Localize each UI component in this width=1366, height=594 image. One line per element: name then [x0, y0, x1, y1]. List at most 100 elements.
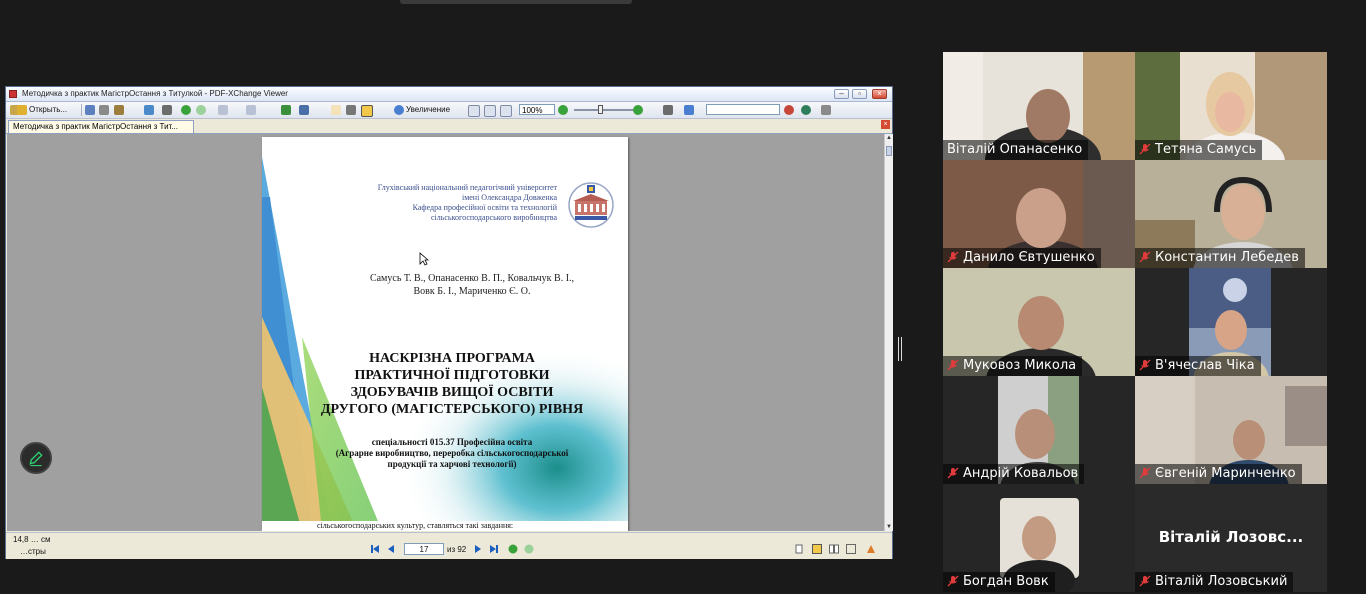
export-icon[interactable] — [114, 105, 124, 115]
participant-name-tag: Євгеній Маринченко — [1135, 464, 1302, 484]
page-count: из 92 — [447, 545, 467, 554]
window-titlebar: Методичка з практик МагістрОстання з Тит… — [6, 87, 892, 102]
page-dimensions: 14,8 … см — [13, 535, 51, 544]
participant-tile[interactable]: Андрій Ковальов — [943, 376, 1135, 484]
annotate-pen-button[interactable] — [20, 442, 52, 474]
participant-name: Віталій Лозовський — [1155, 574, 1288, 589]
search-input[interactable] — [706, 104, 780, 115]
participant-display-name: Віталій Лозовс... — [1158, 528, 1304, 546]
snapshot-icon[interactable] — [346, 105, 356, 115]
participant-tile[interactable]: Богдан Вовк — [943, 484, 1135, 592]
mic-muted-icon — [947, 251, 959, 263]
pdf-app-icon — [9, 90, 17, 98]
close-document-icon[interactable]: × — [881, 120, 890, 129]
continuous-view-icon[interactable] — [812, 544, 822, 554]
scroll-down-icon[interactable]: ▼ — [885, 523, 893, 531]
open-folder-icon[interactable] — [17, 105, 27, 115]
participant-name: Віталій Опанасенко — [947, 142, 1083, 157]
undo-icon[interactable] — [218, 105, 228, 115]
participant-name-tag: Віталій Лозовський — [1135, 572, 1294, 592]
back-icon[interactable] — [181, 105, 191, 115]
ocr-icon[interactable] — [162, 105, 172, 115]
last-page-icon[interactable] — [489, 544, 499, 554]
scrollbar-thumb[interactable] — [886, 146, 892, 156]
participant-name-tag: В'ячеслав Чіка — [1135, 356, 1261, 376]
nav-back-icon[interactable] — [508, 544, 518, 554]
authors-line: Самусь Т. В., Опанасенко В. П., Ковальчу… — [369, 273, 575, 284]
zoom-tool-label[interactable]: Увеличение — [406, 104, 450, 116]
search-provider-icon[interactable] — [684, 105, 694, 115]
next-page-icon[interactable] — [473, 544, 483, 554]
participant-name-tag: Андрій Ковальов — [943, 464, 1085, 484]
settings-icon[interactable] — [821, 105, 831, 115]
document-viewport[interactable]: Глухівський національний педагогічний ун… — [7, 134, 884, 531]
title-line: ДРУГОГО (МАГІСТЕРСЬКОГО) РІВНЯ — [320, 402, 584, 417]
properties-button[interactable]: …стры — [20, 547, 46, 556]
fit-width-icon[interactable] — [500, 105, 512, 117]
stamp-icon[interactable] — [784, 105, 794, 115]
participant-tile[interactable]: Євгеній Маринченко — [1135, 376, 1327, 484]
university-line: сільськогосподарського виробництва — [430, 213, 557, 222]
mouse-cursor-icon — [419, 252, 429, 266]
redo-icon[interactable] — [246, 105, 256, 115]
view-options-icon[interactable] — [663, 105, 673, 115]
participant-name: Богдан Вовк — [963, 574, 1049, 589]
open-button[interactable]: Открыть... — [29, 104, 67, 116]
facing-view-icon[interactable] — [829, 544, 839, 554]
university-crest-icon — [568, 182, 614, 228]
rotate-right-icon[interactable] — [299, 105, 309, 115]
page-number-input[interactable]: 17 — [404, 543, 444, 555]
mic-muted-icon — [947, 575, 959, 587]
participant-tile[interactable]: В'ячеслав Чіка — [1135, 268, 1327, 376]
participant-name-tag: Тетяна Самусь — [1135, 140, 1263, 160]
pdf-viewer-window: Методичка з практик МагістрОстання з Тит… — [5, 86, 893, 559]
previous-page-icon[interactable] — [386, 544, 396, 554]
minimize-button[interactable]: – — [834, 89, 849, 99]
participant-name: Євгеній Маринченко — [1155, 466, 1296, 481]
participant-name-tag: Богдан Вовк — [943, 572, 1055, 592]
participant-tile[interactable]: Віталій Опанасенко — [943, 52, 1135, 160]
zoom-in-icon[interactable] — [633, 105, 643, 115]
main-toolbar: Открыть... Увеличение 100% — [6, 102, 892, 119]
zoom-tool-icon[interactable] — [394, 105, 404, 115]
window-title: Методичка з практик МагістрОстання з Тит… — [22, 89, 288, 98]
participant-tile[interactable]: Данило Євтушенко — [943, 160, 1135, 268]
print-icon[interactable] — [99, 105, 109, 115]
select-tool-icon[interactable] — [361, 105, 373, 117]
forward-icon[interactable] — [196, 105, 206, 115]
participant-tile[interactable]: Віталій Лозовс... Віталій Лозовський — [1135, 484, 1327, 592]
hand-tool-icon[interactable] — [331, 105, 341, 115]
authors-block: Самусь Т. В., Опанасенко В. П., Ковальчу… — [322, 272, 622, 298]
nav-forward-icon[interactable] — [524, 544, 534, 554]
save-icon[interactable] — [85, 105, 95, 115]
scan-icon[interactable] — [144, 105, 154, 115]
document-tabbar: Методичка з практик МагістрОстання з Тит… — [6, 119, 892, 134]
rotate-icon[interactable] — [281, 105, 291, 115]
zoom-select[interactable]: 100% — [519, 104, 555, 115]
options-icon[interactable] — [866, 544, 876, 554]
zoom-slider-knob[interactable] — [598, 105, 603, 114]
participant-tile[interactable]: Тетяна Самусь — [1135, 52, 1327, 160]
university-line: імені Олександра Довженка — [461, 193, 557, 202]
authors-line: Вовк Б. І., Мариченко Є. О. — [413, 286, 531, 297]
close-window-button[interactable]: × — [872, 89, 887, 99]
first-page-icon[interactable] — [370, 544, 380, 554]
single-page-view-icon[interactable] — [794, 544, 804, 554]
scroll-up-icon[interactable]: ▲ — [885, 134, 893, 142]
panel-splitter[interactable] — [898, 337, 902, 361]
zoom-slider[interactable] — [574, 109, 634, 111]
participant-name-tag: Віталій Опанасенко — [943, 140, 1089, 160]
participant-tile[interactable]: Константин Лебедев — [1135, 160, 1327, 268]
participant-tile[interactable]: Муковоз Микола — [943, 268, 1135, 376]
document-tab[interactable]: Методичка з практик МагістрОстання з Тит… — [8, 120, 194, 133]
university-line: Кафедра професійної освіти та технологій — [412, 203, 557, 212]
facing-continuous-icon[interactable] — [846, 544, 856, 554]
actual-size-icon[interactable] — [468, 105, 480, 117]
comment-icon[interactable] — [801, 105, 811, 115]
maximize-button[interactable]: ▫ — [852, 89, 867, 99]
zoom-out-icon[interactable] — [558, 105, 568, 115]
vertical-scrollbar[interactable]: ▲ ▼ — [884, 134, 893, 531]
fit-page-icon[interactable] — [484, 105, 496, 117]
mic-muted-icon — [947, 359, 959, 371]
mic-muted-icon — [1139, 359, 1151, 371]
